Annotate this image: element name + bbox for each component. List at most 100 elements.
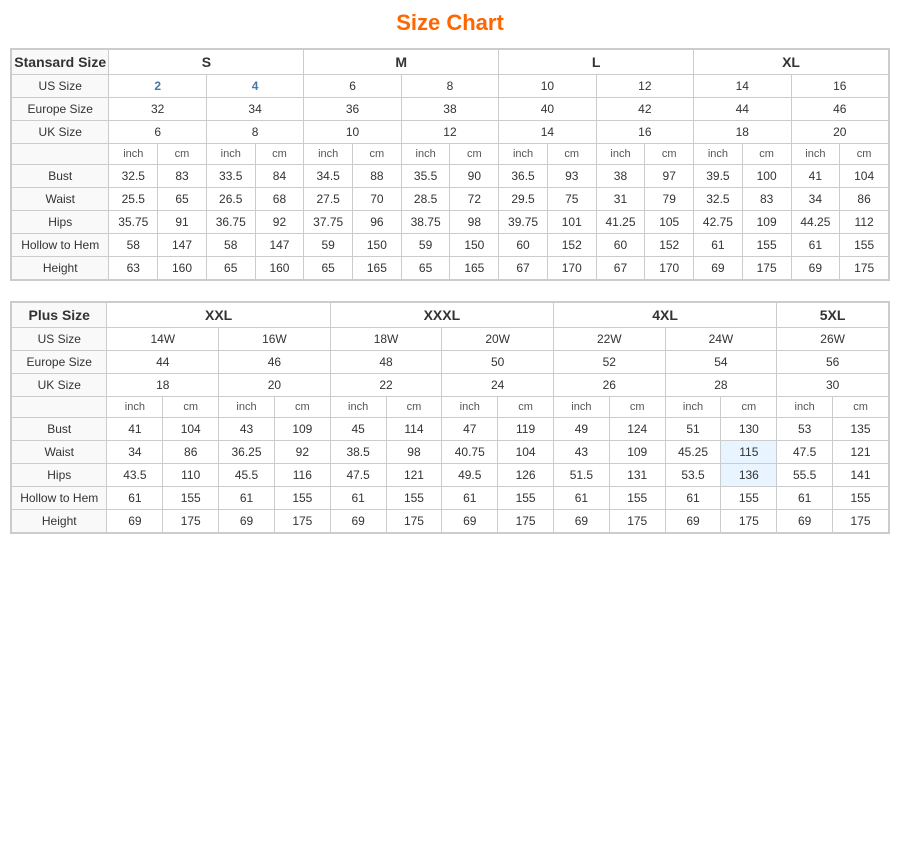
plus-eu-56: 56 (777, 351, 889, 374)
std-unit-3: cm (255, 144, 304, 165)
eu-40: 40 (499, 98, 596, 121)
hollow-1: 147 (158, 234, 207, 257)
plus-unit-6: inch (442, 397, 498, 418)
plus-unit-1: cm (163, 397, 219, 418)
waist-8: 29.5 (499, 188, 548, 211)
plus-uk-18: 18 (107, 374, 219, 397)
pw-2: 36.25 (219, 441, 275, 464)
bust-8: 36.5 (499, 165, 548, 188)
bust-2: 33.5 (206, 165, 255, 188)
phh-13: 155 (833, 487, 889, 510)
height-row: Height 63 160 65 160 65 165 65 165 67 17… (12, 257, 889, 280)
m-header: M (304, 50, 499, 75)
hollow-14: 61 (791, 234, 840, 257)
hollow-2: 58 (206, 234, 255, 257)
phh-1: 155 (163, 487, 219, 510)
plus-unit-0: inch (107, 397, 163, 418)
plus-unit-2: inch (219, 397, 275, 418)
hips-3: 92 (255, 211, 304, 234)
plus-waist-label: Waist (12, 441, 107, 464)
pht-11: 175 (721, 510, 777, 533)
plus-us-20w: 20W (442, 328, 554, 351)
pht-6: 69 (442, 510, 498, 533)
hips-10: 41.25 (596, 211, 645, 234)
pb-1: 104 (163, 418, 219, 441)
s-header: S (109, 50, 304, 75)
std-unit-2: inch (206, 144, 255, 165)
hips-7: 98 (450, 211, 499, 234)
hollow-3: 147 (255, 234, 304, 257)
pb-0: 41 (107, 418, 163, 441)
ph-2: 45.5 (219, 464, 275, 487)
ph-13: 141 (833, 464, 889, 487)
pht-2: 69 (219, 510, 275, 533)
std-unit-13: cm (742, 144, 791, 165)
pw-5: 98 (386, 441, 442, 464)
pb-10: 51 (665, 418, 721, 441)
eu-42: 42 (596, 98, 693, 121)
ph-0: 43.5 (107, 464, 163, 487)
bust-13: 100 (742, 165, 791, 188)
pw-12: 47.5 (777, 441, 833, 464)
hollow-10: 60 (596, 234, 645, 257)
pb-9: 124 (609, 418, 665, 441)
hollow-13: 155 (742, 234, 791, 257)
pw-4: 38.5 (330, 441, 386, 464)
pw-0: 34 (107, 441, 163, 464)
waist-5: 70 (353, 188, 402, 211)
plus-uk-24: 24 (442, 374, 554, 397)
phh-11: 155 (721, 487, 777, 510)
phh-4: 61 (330, 487, 386, 510)
pw-11: 115 (721, 441, 777, 464)
std-unit-7: cm (450, 144, 499, 165)
ph-4: 47.5 (330, 464, 386, 487)
waist-7: 72 (450, 188, 499, 211)
eu-34: 34 (206, 98, 303, 121)
std-unit-9: cm (547, 144, 596, 165)
hips-8: 39.75 (499, 211, 548, 234)
pb-8: 49 (553, 418, 609, 441)
eu-32: 32 (109, 98, 206, 121)
hips-4: 37.75 (304, 211, 353, 234)
hips-14: 44.25 (791, 211, 840, 234)
pht-13: 175 (833, 510, 889, 533)
phh-2: 61 (219, 487, 275, 510)
waist-row: Waist 25.5 65 26.5 68 27.5 70 28.5 72 29… (12, 188, 889, 211)
standard-size-table: Stansard Size S M L XL US Size 2 4 6 8 1… (10, 48, 890, 281)
plus-height-label: Height (12, 510, 107, 533)
phh-5: 155 (386, 487, 442, 510)
plus-us-14w: 14W (107, 328, 219, 351)
page-title: Size Chart (10, 10, 890, 36)
phh-9: 155 (609, 487, 665, 510)
plus-unit-11: cm (721, 397, 777, 418)
plus-bust-row: Bust 41 104 43 109 45 114 47 119 49 124 … (12, 418, 889, 441)
europe-size-label: Europe Size (12, 98, 109, 121)
bust-label: Bust (12, 165, 109, 188)
bust-row: Bust 32.5 83 33.5 84 34.5 88 35.5 90 36.… (12, 165, 889, 188)
ph-11: 136 (721, 464, 777, 487)
pw-9: 109 (609, 441, 665, 464)
phh-0: 61 (107, 487, 163, 510)
height-4: 65 (304, 257, 353, 280)
hips-15: 112 (840, 211, 889, 234)
hollow-label: Hollow to Hem (12, 234, 109, 257)
ph-5: 121 (386, 464, 442, 487)
pw-7: 104 (498, 441, 554, 464)
eu-46: 46 (791, 98, 889, 121)
bust-14: 41 (791, 165, 840, 188)
bust-11: 97 (645, 165, 694, 188)
us-16: 16 (791, 75, 889, 98)
phh-8: 61 (553, 487, 609, 510)
uk-14: 14 (499, 121, 596, 144)
plus-uk-20: 20 (219, 374, 331, 397)
waist-11: 79 (645, 188, 694, 211)
plus-us-24w: 24W (665, 328, 777, 351)
uk-16: 16 (596, 121, 693, 144)
height-14: 69 (791, 257, 840, 280)
hollow-8: 60 (499, 234, 548, 257)
ph-10: 53.5 (665, 464, 721, 487)
pht-1: 175 (163, 510, 219, 533)
plus-us-22w: 22W (553, 328, 665, 351)
plus-height-row: Height 69 175 69 175 69 175 69 175 69 17… (12, 510, 889, 533)
pb-4: 45 (330, 418, 386, 441)
